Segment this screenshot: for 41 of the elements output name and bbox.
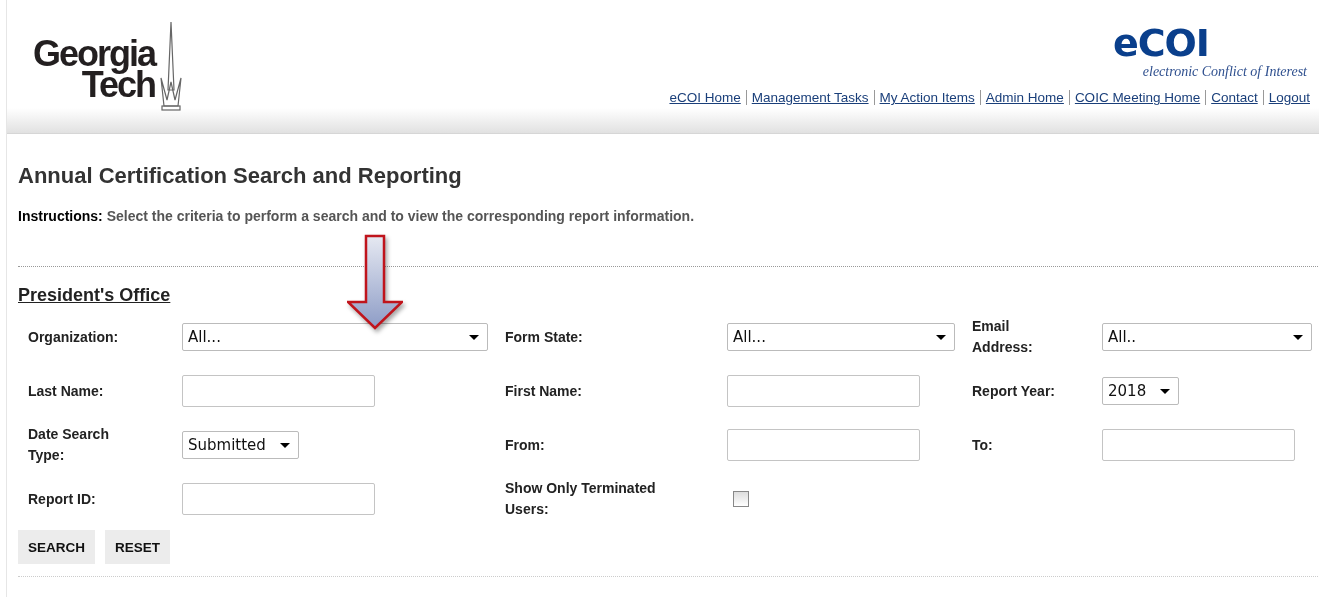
dropdown[interactable]: Submitted [182,431,299,459]
caret-icon [469,334,479,340]
field-label: Organization: [28,327,120,347]
field-label: Form State: [505,327,584,347]
page-title: Annual Certification Search and Reporting [18,163,463,189]
dropdown[interactable]: All... [727,323,955,351]
field-label: First Name: [505,381,584,401]
field-label: Email Address: [972,317,1034,357]
field-label: Date Search Type: [28,425,110,465]
caret-icon [279,442,290,448]
app-logo-text: eCOI [1112,22,1209,64]
nav-link[interactable]: COIC Meeting Home [1068,90,1206,105]
input-field[interactable] [1102,429,1295,461]
dropdown[interactable]: 2018 [1102,377,1180,405]
instructions-text: Instructions: Select the criteria to perform a search and to view the corresponding report information. [18,208,695,224]
field-label: From: [505,435,546,455]
checkbox[interactable] [733,491,749,507]
field-label: Last Name: [28,381,105,401]
caret-icon [1293,334,1303,340]
input-field[interactable] [727,375,920,407]
nav-link[interactable]: Logout [1262,90,1310,105]
input-field[interactable] [182,375,375,407]
app-tagline: electronic Conflict of Interest [1142,64,1307,80]
section-heading: President's Office [18,285,172,306]
caret-icon [936,334,946,340]
dropdown[interactable]: All... [182,323,488,351]
nav-link[interactable]: Contact [1205,90,1263,105]
input-field[interactable] [182,483,375,515]
input-field[interactable] [727,429,920,461]
caret-icon [1160,388,1171,394]
field-label: Report ID: [28,489,97,509]
nav-link[interactable]: Admin Home [979,90,1069,105]
field-label: To: [972,435,994,455]
field-label: Report Year: [972,381,1056,401]
form-button[interactable]: SEARCH [18,530,95,564]
nav-link[interactable]: Management Tasks [745,90,874,105]
dropdown[interactable]: All.. [1102,323,1312,351]
nav-link[interactable]: My Action Items [873,90,980,105]
nav-link[interactable]: eCOI Home [664,90,746,105]
form-button[interactable]: RESET [105,530,171,564]
field-label: Show Only Terminated Users: [505,479,657,519]
